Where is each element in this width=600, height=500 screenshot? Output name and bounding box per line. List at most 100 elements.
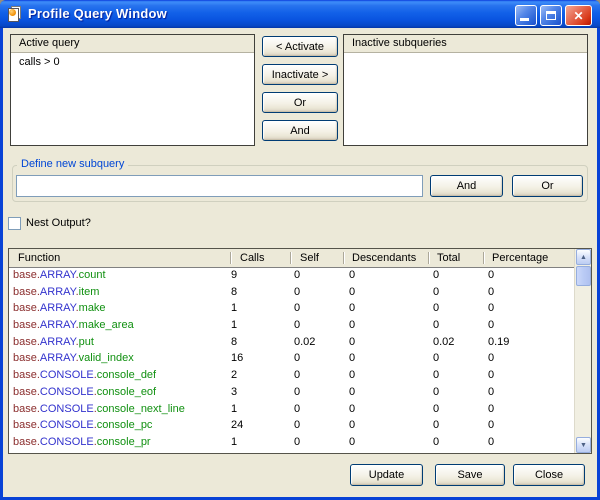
column-header-calls[interactable]: Calls bbox=[240, 252, 264, 264]
value-cell: 0 bbox=[349, 269, 355, 281]
active-query-item[interactable]: calls > 0 bbox=[11, 53, 254, 68]
profile-query-window: Profile Query Window ✕ Active query call… bbox=[0, 0, 600, 500]
value-cell: 1 bbox=[231, 403, 237, 415]
value-cell: 0.02 bbox=[294, 336, 315, 348]
inactive-subqueries-header: Inactive subqueries bbox=[344, 35, 587, 53]
table-row[interactable]: base.ARRAY.item80000 bbox=[9, 285, 591, 302]
value-cell: 8 bbox=[231, 286, 237, 298]
value-cell: 0 bbox=[294, 369, 300, 381]
value-cell: 0 bbox=[488, 386, 494, 398]
column-header-self[interactable]: Self bbox=[300, 252, 319, 264]
value-cell: 3 bbox=[231, 386, 237, 398]
column-header-percentage[interactable]: Percentage bbox=[492, 252, 548, 264]
table-row[interactable]: base.ARRAY.make_area10000 bbox=[9, 318, 591, 335]
value-cell: 0 bbox=[294, 352, 300, 364]
window-title: Profile Query Window bbox=[28, 6, 167, 21]
subquery-and-button[interactable]: And bbox=[430, 175, 503, 197]
nest-output-checkbox[interactable] bbox=[8, 217, 21, 230]
value-cell: 16 bbox=[231, 352, 243, 364]
table-row[interactable]: base.CONSOLE.console_next_line10000 bbox=[9, 402, 591, 419]
function-cell: base.ARRAY.put bbox=[13, 336, 94, 348]
function-cell: base.ARRAY.make_area bbox=[13, 319, 134, 331]
value-cell: 0 bbox=[349, 302, 355, 314]
value-cell: 0 bbox=[294, 436, 300, 448]
subquery-input[interactable] bbox=[16, 175, 423, 197]
value-cell: 0 bbox=[488, 369, 494, 381]
column-header-descendants[interactable]: Descendants bbox=[352, 252, 416, 264]
table-row[interactable]: base.ARRAY.valid_index160000 bbox=[9, 351, 591, 368]
vertical-scrollbar[interactable]: ▲ ▼ bbox=[574, 249, 591, 453]
value-cell: 0 bbox=[433, 436, 439, 448]
title-bar[interactable]: Profile Query Window ✕ bbox=[0, 0, 600, 28]
table-row[interactable]: base.CONSOLE.console_pc240000 bbox=[9, 418, 591, 435]
value-cell: 0 bbox=[433, 302, 439, 314]
function-cell: base.CONSOLE.console_eof bbox=[13, 386, 156, 398]
column-separator[interactable] bbox=[483, 252, 484, 264]
value-cell: 0 bbox=[433, 269, 439, 281]
active-query-panel: Active query calls > 0 bbox=[10, 34, 255, 146]
value-cell: 0 bbox=[349, 369, 355, 381]
column-header-function[interactable]: Function bbox=[18, 252, 60, 264]
inactivate-button[interactable]: Inactivate > bbox=[262, 64, 338, 85]
value-cell: 0 bbox=[488, 269, 494, 281]
table-header-row[interactable]: Function Calls Self Descendants Total Pe… bbox=[9, 249, 591, 268]
maximize-icon bbox=[546, 11, 556, 20]
value-cell: 0 bbox=[349, 352, 355, 364]
column-separator[interactable] bbox=[290, 252, 291, 264]
scroll-up-button[interactable]: ▲ bbox=[576, 249, 591, 265]
value-cell: 0 bbox=[488, 436, 494, 448]
table-row[interactable]: base.ARRAY.make10000 bbox=[9, 301, 591, 318]
value-cell: 0 bbox=[294, 386, 300, 398]
table-row[interactable]: base.CONSOLE.console_def20000 bbox=[9, 368, 591, 385]
minimize-button[interactable] bbox=[515, 5, 537, 26]
value-cell: 0.19 bbox=[488, 336, 509, 348]
column-separator[interactable] bbox=[343, 252, 344, 264]
scrollbar-thumb[interactable] bbox=[576, 266, 591, 286]
value-cell: 0 bbox=[349, 336, 355, 348]
table-row[interactable]: base.CONSOLE.console_pr10000 bbox=[9, 435, 591, 452]
close-dialog-button[interactable]: Close bbox=[513, 464, 585, 486]
value-cell: 0.02 bbox=[433, 336, 454, 348]
value-cell: 0 bbox=[349, 403, 355, 415]
value-cell: 1 bbox=[231, 319, 237, 331]
and-combine-button[interactable]: And bbox=[262, 120, 338, 141]
value-cell: 0 bbox=[349, 286, 355, 298]
close-button[interactable]: ✕ bbox=[565, 5, 592, 26]
function-cell: base.CONSOLE.console_next_line bbox=[13, 403, 185, 415]
value-cell: 0 bbox=[294, 269, 300, 281]
value-cell: 0 bbox=[433, 319, 439, 331]
column-separator[interactable] bbox=[428, 252, 429, 264]
subquery-or-button[interactable]: Or bbox=[512, 175, 583, 197]
function-cell: base.ARRAY.count bbox=[13, 269, 106, 281]
value-cell: 0 bbox=[488, 302, 494, 314]
value-cell: 0 bbox=[433, 403, 439, 415]
value-cell: 8 bbox=[231, 336, 237, 348]
column-separator[interactable] bbox=[230, 252, 231, 264]
or-combine-button[interactable]: Or bbox=[262, 92, 338, 113]
function-cell: base.CONSOLE.console_pr bbox=[13, 436, 151, 448]
value-cell: 0 bbox=[433, 286, 439, 298]
update-button[interactable]: Update bbox=[350, 464, 423, 486]
table-row[interactable]: base.CONSOLE.console_eof30000 bbox=[9, 385, 591, 402]
value-cell: 2 bbox=[231, 369, 237, 381]
value-cell: 0 bbox=[349, 436, 355, 448]
value-cell: 0 bbox=[349, 386, 355, 398]
value-cell: 24 bbox=[231, 419, 243, 431]
value-cell: 0 bbox=[349, 419, 355, 431]
profile-results-table: Function Calls Self Descendants Total Pe… bbox=[8, 248, 592, 454]
close-icon: ✕ bbox=[573, 10, 583, 22]
value-cell: 0 bbox=[294, 403, 300, 415]
profile-document-icon bbox=[7, 6, 23, 22]
value-cell: 0 bbox=[488, 419, 494, 431]
table-row[interactable]: base.ARRAY.count90000 bbox=[9, 268, 591, 285]
minimize-icon bbox=[520, 18, 529, 21]
activate-button[interactable]: < Activate bbox=[262, 36, 338, 57]
value-cell: 0 bbox=[294, 319, 300, 331]
maximize-button[interactable] bbox=[540, 5, 562, 26]
scroll-down-button[interactable]: ▼ bbox=[576, 437, 591, 453]
value-cell: 0 bbox=[488, 352, 494, 364]
save-button[interactable]: Save bbox=[435, 464, 505, 486]
table-row[interactable]: base.ARRAY.put 8 0.02 0 0.02 0.19 bbox=[9, 335, 591, 352]
function-cell: base.CONSOLE.console_def bbox=[13, 369, 156, 381]
column-header-total[interactable]: Total bbox=[437, 252, 460, 264]
